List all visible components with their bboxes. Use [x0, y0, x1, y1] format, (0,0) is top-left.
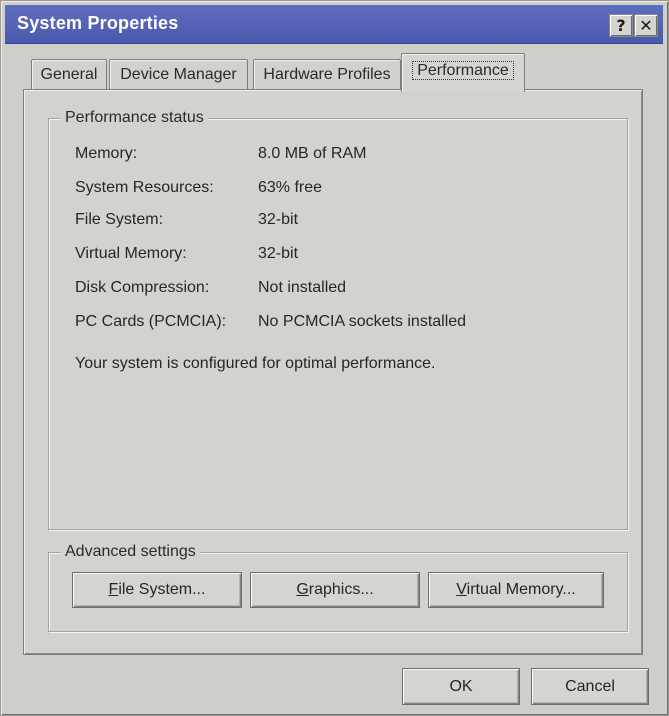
- tab-device-manager[interactable]: Device Manager: [109, 59, 248, 90]
- performance-status-group: Performance status Memory: 8.0 MB of RAM…: [48, 108, 628, 530]
- pc-cards-value: No PCMCIA sockets installed: [258, 313, 467, 330]
- advanced-settings-legend: Advanced settings: [61, 542, 200, 562]
- tab-hardware-profiles[interactable]: Hardware Profiles: [253, 59, 401, 90]
- help-button[interactable]: ?: [609, 14, 633, 37]
- virtual-memory-label: Virtual Memory:: [75, 245, 187, 262]
- window-title: System Properties: [17, 13, 179, 33]
- ok-button[interactable]: OK: [402, 668, 520, 705]
- tab-performance[interactable]: Performance: [401, 53, 525, 92]
- virtual-memory-button[interactable]: Virtual Memory...: [428, 572, 604, 608]
- performance-status-legend: Performance status: [61, 108, 208, 128]
- system-properties-window: System Properties ? ✕ General Device Man…: [0, 0, 669, 716]
- disk-compression-value: Not installed: [258, 279, 347, 296]
- virtual-memory-mnemonic: V: [456, 581, 467, 598]
- graphics-mnemonic: G: [296, 581, 309, 598]
- cancel-button[interactable]: Cancel: [531, 668, 649, 705]
- title-bar[interactable]: System Properties ? ✕: [5, 5, 663, 44]
- memory-value: 8.0 MB of RAM: [258, 145, 367, 162]
- graphics-button[interactable]: Graphics...: [250, 572, 420, 608]
- disk-compression-label: Disk Compression:: [75, 279, 210, 296]
- tab-general[interactable]: General: [31, 59, 107, 90]
- file-system-label: File System:: [75, 211, 164, 228]
- pc-cards-label: PC Cards (PCMCIA):: [75, 313, 227, 330]
- close-button[interactable]: ✕: [634, 14, 658, 37]
- memory-label: Memory:: [75, 145, 138, 162]
- file-system-value: 32-bit: [258, 211, 299, 228]
- file-system-button-label: ile System...: [118, 581, 206, 598]
- file-system-button[interactable]: File System...: [72, 572, 242, 608]
- file-system-mnemonic: F: [108, 581, 119, 598]
- performance-message: Your system is configured for optimal pe…: [75, 355, 436, 372]
- performance-panel: Performance status Memory: 8.0 MB of RAM…: [23, 89, 643, 655]
- tab-performance-label: Performance: [412, 61, 514, 80]
- virtual-memory-button-label: irtual Memory...: [466, 581, 576, 598]
- virtual-memory-value: 32-bit: [258, 245, 299, 262]
- graphics-button-label: raphics...: [308, 581, 374, 598]
- system-resources-label: System Resources:: [75, 179, 214, 196]
- system-resources-value: 63% free: [258, 179, 323, 196]
